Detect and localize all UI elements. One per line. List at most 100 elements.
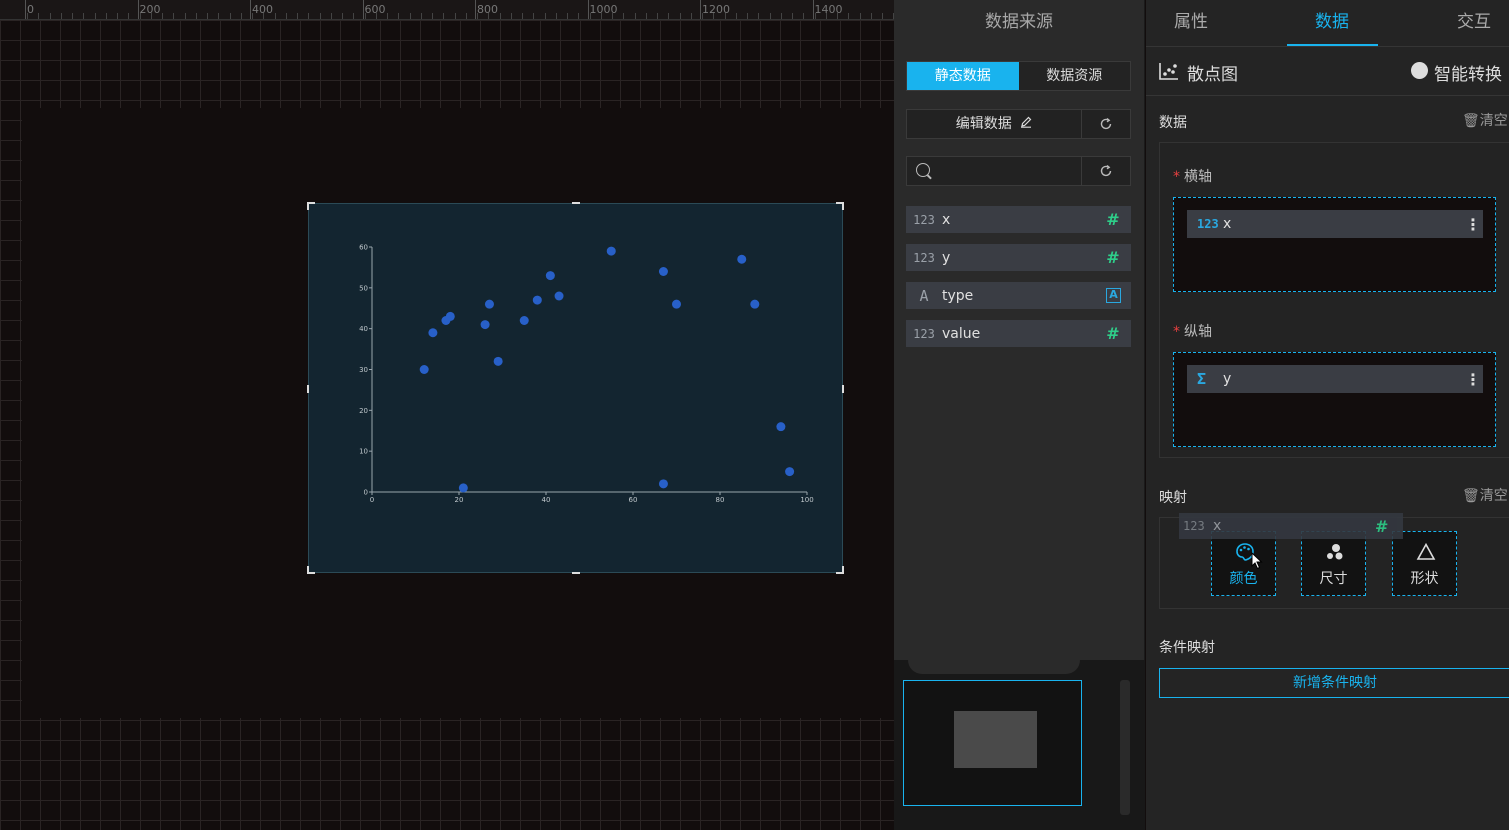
clear-mapping-button[interactable]: 🗑清空 <box>1462 485 1508 505</box>
color-mapping-button[interactable]: 颜色 <box>1211 531 1276 596</box>
ruler-minor-tick <box>679 13 681 19</box>
field-item-value[interactable]: 123 value # <box>906 320 1131 347</box>
smart-convert-button[interactable]: 智能转换 <box>1434 60 1502 85</box>
ruler-minor-tick <box>229 13 231 19</box>
y-tick-label: 20 <box>359 407 368 415</box>
ruler-minor-tick <box>364 13 366 19</box>
x-axis-field[interactable]: 123 x ⋮ <box>1187 210 1483 238</box>
ruler-minor-tick <box>173 13 175 19</box>
more-vertical-icon[interactable]: ⋮ <box>1463 370 1483 389</box>
shape-mapping-button[interactable]: 形状 <box>1392 531 1457 596</box>
ruler-minor-tick <box>735 13 737 19</box>
editor-canvas[interactable]: 0 200 400 600 800 1000 1200 1400 0 10 20 30 40 50 60 0… <box>0 0 894 830</box>
field-item-y[interactable]: 123 y # <box>906 244 1131 271</box>
ruler-minor-tick <box>150 13 152 19</box>
ruler-minor-tick <box>488 13 490 19</box>
x-axis-drop-zone[interactable]: 123 x ⋮ <box>1173 197 1496 292</box>
ruler-minor-tick <box>882 13 883 19</box>
ruler-major-tick <box>475 0 476 19</box>
ruler-major-tick <box>812 0 814 19</box>
ruler-minor-tick <box>600 13 602 19</box>
ruler-minor-tick <box>420 13 422 19</box>
smart-convert-icon[interactable] <box>1411 62 1428 79</box>
clear-mapping-label: 清空 <box>1479 488 1508 504</box>
resize-handle-right[interactable] <box>842 385 844 393</box>
tab-data[interactable]: 数据 <box>1315 0 1349 46</box>
number-type-icon: 123 <box>913 326 935 341</box>
property-tabs: 属性 数据 交互 <box>1146 0 1509 47</box>
resize-handle-bottom-right[interactable] <box>836 566 844 574</box>
ruler-minor-tick <box>555 13 557 19</box>
ruler-minor-tick <box>780 13 782 19</box>
scatter-point <box>419 365 429 374</box>
field-item-type[interactable]: A type A <box>906 282 1131 309</box>
scatter-point <box>606 246 616 256</box>
field-search-row <box>906 156 1131 186</box>
field-item-x[interactable]: 123 x # <box>906 206 1131 233</box>
tab-static-data[interactable]: 静态数据 <box>907 62 1019 90</box>
resize-handle-top-left[interactable] <box>307 202 315 210</box>
ruler-minor-tick <box>49 13 51 19</box>
tab-interaction[interactable]: 交互 <box>1457 0 1491 46</box>
refresh-icon <box>1099 117 1113 135</box>
field-search-input[interactable] <box>937 161 1077 181</box>
clear-data-button[interactable]: 🗑清空 <box>1462 110 1508 130</box>
ruler-minor-tick <box>769 13 771 19</box>
text-type-icon: A <box>919 286 929 305</box>
scatter-point <box>428 328 438 338</box>
dragging-field-name: x <box>1213 518 1222 534</box>
x-tick-label: 80 <box>716 496 725 504</box>
minimap-viewport[interactable] <box>903 680 1082 806</box>
ruler-minor-tick <box>454 13 456 19</box>
tab-properties[interactable]: 属性 <box>1174 0 1208 46</box>
ruler-minor-tick <box>330 13 332 19</box>
ruler-minor-tick <box>443 13 445 19</box>
resize-handle-top-right[interactable] <box>836 202 844 210</box>
scatter-point <box>532 295 542 305</box>
y-axis-field[interactable]: Σ y ⋮ <box>1187 365 1483 393</box>
resize-handle-left[interactable] <box>307 385 309 393</box>
y-tick-label: 30 <box>359 366 368 374</box>
ruler-minor-tick <box>668 13 670 19</box>
ruler-minor-tick <box>184 13 186 19</box>
more-vertical-icon[interactable]: ⋮ <box>1463 215 1483 234</box>
ruler-minor-tick <box>612 13 613 19</box>
mapping-section-title: 映射 <box>1159 490 1187 506</box>
refresh-data-button[interactable] <box>1082 110 1130 138</box>
ruler-minor-tick <box>139 13 141 19</box>
number-tag-icon: # <box>1106 248 1120 267</box>
x-axis-field-name: x <box>1223 216 1232 232</box>
scatter-point <box>484 299 494 309</box>
resize-handle-top[interactable] <box>572 202 580 204</box>
x-tick-label: 40 <box>542 496 551 504</box>
minimap-scrollbar[interactable] <box>1120 680 1130 815</box>
ruler-minor-tick <box>848 13 850 19</box>
ruler-minor-tick <box>353 13 355 19</box>
ruler-minor-tick <box>128 13 130 19</box>
ruler-minor-tick <box>398 13 400 19</box>
app-root: 0 200 400 600 800 1000 1200 1400 0 10 20 30 40 50 60 0… <box>0 0 1509 830</box>
condition-section-title: 条件映射 <box>1159 640 1215 656</box>
ruler-minor-tick <box>499 13 501 19</box>
tab-data-resource[interactable]: 数据资源 <box>1018 62 1130 90</box>
resize-handle-bottom-left[interactable] <box>307 566 315 574</box>
trash-icon: 🗑 <box>1462 488 1480 504</box>
edit-data-button[interactable]: 编辑数据 <box>907 110 1082 138</box>
ruler-label: 1000 <box>589 3 618 16</box>
field-list: 123 x # 123 y # A type A 123 value # <box>906 206 1131 358</box>
add-condition-mapping-button[interactable]: 新增条件映射 <box>1159 668 1509 698</box>
y-tick-label: 40 <box>359 325 368 333</box>
ruler-minor-tick <box>218 13 220 19</box>
y-tick-label: 10 <box>359 448 368 456</box>
ruler-minor-tick <box>263 13 265 19</box>
y-axis-drop-zone[interactable]: Σ y ⋮ <box>1173 352 1496 447</box>
canvas-minimap[interactable] <box>894 660 1145 830</box>
refresh-fields-button[interactable] <box>1082 157 1130 185</box>
size-mapping-button[interactable]: 尺寸 <box>1301 531 1366 596</box>
x-axis-label: * 横轴 <box>1173 169 1212 185</box>
scatter-point <box>493 356 503 366</box>
ruler-minor-tick <box>117 13 118 19</box>
ruler-major-tick <box>700 0 701 19</box>
resize-handle-bottom[interactable] <box>572 572 580 574</box>
scatter-chart-widget[interactable]: 0 10 20 30 40 50 60 0 20 40 60 80 100 <box>307 202 844 574</box>
